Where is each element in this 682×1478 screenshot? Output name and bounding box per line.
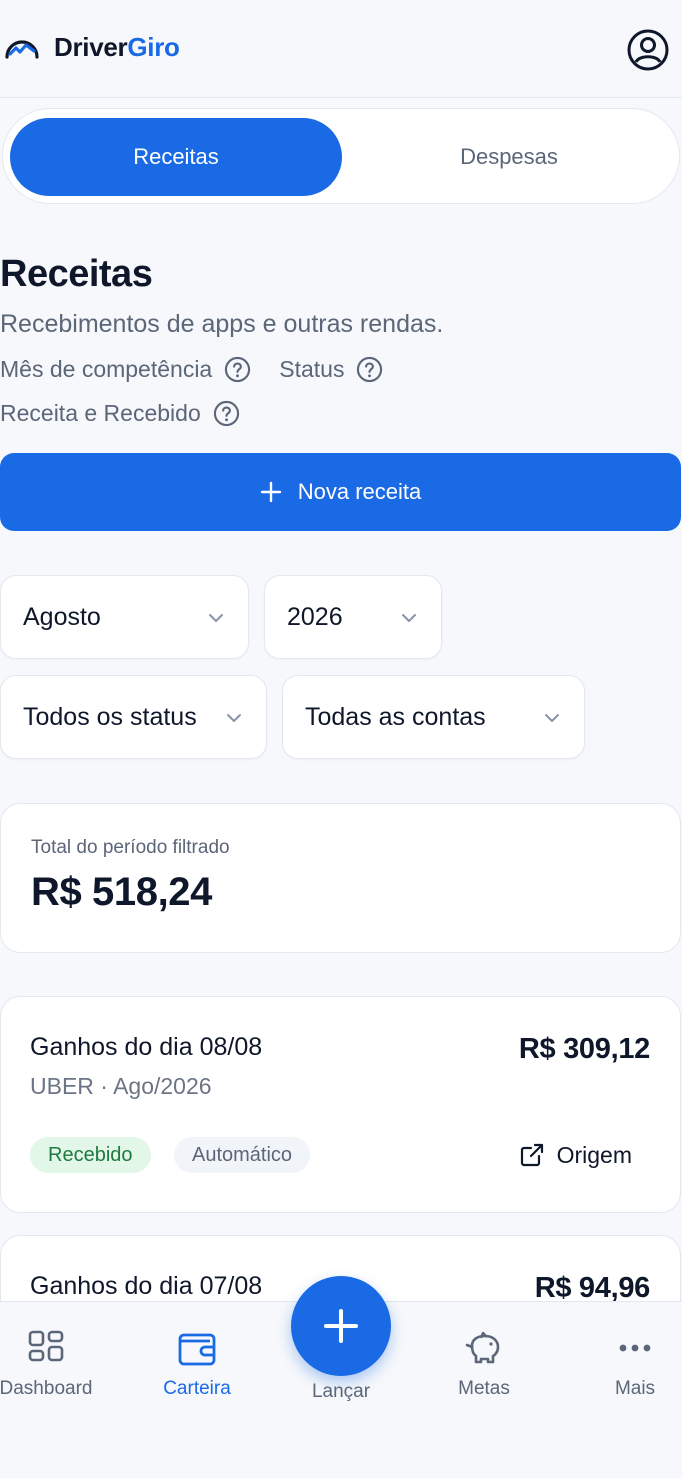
year-select-value: 2026 [287, 602, 343, 631]
question-circle-icon [357, 356, 383, 383]
status-badge: Recebido [30, 1137, 151, 1173]
chevron-down-icon [399, 608, 419, 628]
nav-mais[interactable]: Mais [565, 1328, 682, 1400]
plus-icon [324, 1309, 358, 1343]
external-link-icon [520, 1143, 543, 1167]
new-revenue-label: Nova receita [297, 479, 422, 504]
account-select[interactable]: Todas as contas [282, 675, 585, 759]
help-receita-recebido[interactable]: Receita e Recebido [0, 400, 240, 427]
entry-subtitle: UBER · Ago/2026 [30, 1073, 212, 1099]
help-row-2: Receita e Recebido [0, 400, 240, 427]
chevron-down-icon [224, 708, 244, 728]
new-revenue-button[interactable]: Nova receita [0, 453, 681, 531]
page-title: Receitas [0, 253, 153, 295]
origin-link[interactable]: Origem [519, 1137, 632, 1173]
revenue-expense-tabs: Receitas Despesas [2, 108, 680, 204]
piggy-bank-icon [465, 1331, 500, 1364]
entry-amount: R$ 309,12 [518, 1033, 650, 1065]
question-circle-icon [225, 356, 251, 383]
nav-dashboard[interactable]: Dashboard [0, 1328, 116, 1400]
chevron-down-icon [542, 708, 562, 728]
chevron-down-icon [206, 608, 226, 628]
launch-fab-button[interactable] [291, 1276, 391, 1376]
total-label: Total do período filtrado [31, 837, 230, 858]
year-select[interactable]: 2026 [264, 575, 442, 659]
app-header: DriverGiro [0, 0, 682, 98]
status-select-value: Todos os status [23, 702, 197, 731]
nav-label: Dashboard [0, 1378, 93, 1399]
question-circle-icon [213, 400, 239, 427]
month-select-value: Agosto [23, 602, 101, 631]
total-card: Total do período filtrado R$ 518,24 [0, 803, 681, 953]
nav-label: Metas [458, 1378, 510, 1399]
help-label: Status [279, 356, 345, 382]
tab-receitas[interactable]: Receitas [10, 118, 342, 196]
plus-icon [260, 481, 281, 503]
help-mes-competencia[interactable]: Mês de competência [0, 356, 251, 383]
user-circle-icon[interactable] [626, 28, 670, 72]
tab-despesas[interactable]: Despesas [343, 118, 675, 196]
brand-logo[interactable]: DriverGiro [4, 32, 180, 63]
nav-carteira[interactable]: Carteira [127, 1328, 267, 1400]
help-status[interactable]: Status [279, 356, 383, 383]
speedometer-logo-icon [5, 39, 39, 59]
revenue-entry-card[interactable]: Ganhos do dia 08/08 UBER · Ago/2026 R$ 3… [0, 996, 681, 1213]
total-value: R$ 518,24 [31, 870, 212, 914]
type-badge: Automático [174, 1137, 311, 1173]
grid-icon [28, 1330, 64, 1362]
month-select[interactable]: Agosto [0, 575, 249, 659]
nav-label: Carteira [163, 1378, 231, 1399]
help-label: Mês de competência [0, 356, 213, 382]
fab-label: Lançar [311, 1381, 371, 1402]
status-select[interactable]: Todos os status [0, 675, 267, 759]
entry-title: Ganhos do dia 07/08 [30, 1272, 263, 1300]
wallet-icon [178, 1333, 216, 1366]
origin-link-label: Origem [556, 1141, 632, 1168]
nav-label: Mais [614, 1378, 656, 1399]
brand-name: DriverGiro [54, 32, 180, 62]
page-subtitle: Recebimentos de apps e outras rendas. [0, 310, 444, 338]
help-row-1: Mês de competência Status [0, 356, 383, 383]
more-dots-icon [619, 1344, 651, 1352]
account-select-value: Todas as contas [305, 702, 486, 731]
nav-metas[interactable]: Metas [414, 1328, 554, 1400]
entry-title: Ganhos do dia 08/08 [30, 1033, 263, 1061]
help-label: Receita e Recebido [0, 400, 201, 426]
